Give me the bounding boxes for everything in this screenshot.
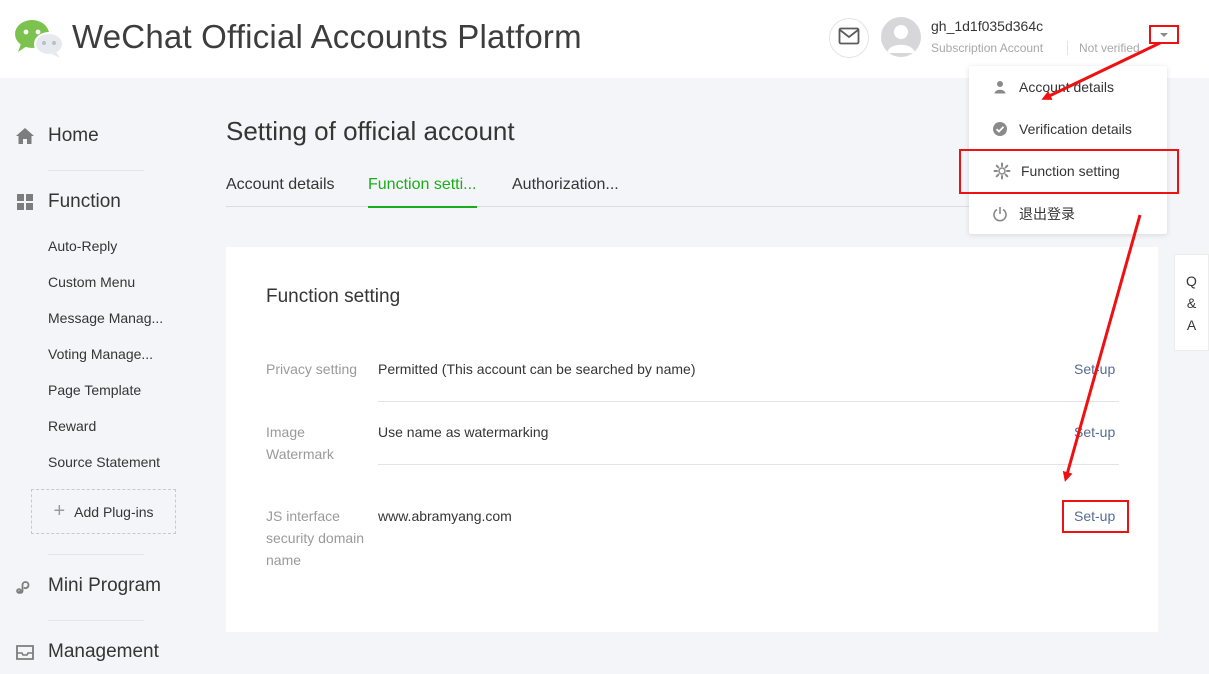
check-circle-icon bbox=[991, 120, 1009, 138]
divider bbox=[1067, 41, 1068, 55]
add-plugins-button[interactable]: + Add Plug-ins bbox=[31, 489, 176, 534]
tab-bar: Account details Function setti... Author… bbox=[226, 168, 988, 208]
tab-account-details[interactable]: Account details bbox=[226, 176, 335, 206]
power-icon bbox=[991, 205, 1009, 223]
menu-item-label: 退出登录 bbox=[1019, 206, 1075, 222]
sidebar-item-home[interactable]: Home bbox=[14, 125, 99, 147]
account-dropdown-button[interactable] bbox=[1149, 25, 1179, 44]
home-icon bbox=[14, 125, 36, 147]
divider bbox=[48, 170, 144, 171]
qa-char: Q bbox=[1186, 272, 1197, 289]
sidebar-item-management[interactable]: Management bbox=[14, 641, 159, 663]
user-avatar-icon[interactable] bbox=[881, 17, 921, 57]
verification-status: Not verified bbox=[1079, 41, 1140, 55]
mail-button[interactable] bbox=[829, 18, 869, 58]
chevron-down-icon bbox=[1160, 32, 1168, 37]
image-watermark-value: Use name as watermarking bbox=[378, 424, 549, 440]
js-domain-label: JS interface security domain name bbox=[266, 508, 365, 568]
divider bbox=[378, 401, 1119, 402]
brand-title: WeChat Official Accounts Platform bbox=[72, 18, 582, 55]
divider bbox=[378, 464, 1119, 465]
sidebar-item-message-management[interactable]: Message Manag... bbox=[48, 310, 163, 326]
menu-item-verification-details[interactable]: Verification details bbox=[991, 120, 1132, 138]
tab-authorization[interactable]: Authorization... bbox=[512, 176, 619, 206]
menu-item-label: Account details bbox=[1019, 79, 1114, 95]
account-type: Subscription Account bbox=[931, 41, 1044, 55]
function-setting-card: Function setting Privacy setting Permitt… bbox=[226, 247, 1158, 632]
annotation-highlight-box bbox=[1062, 500, 1129, 533]
grid-icon bbox=[14, 191, 36, 213]
sidebar-item-page-template[interactable]: Page Template bbox=[48, 382, 141, 398]
card-title: Function setting bbox=[266, 286, 401, 307]
mail-icon bbox=[838, 27, 860, 50]
divider bbox=[48, 554, 144, 555]
divider bbox=[48, 620, 144, 621]
sidebar-item-voting-management[interactable]: Voting Manage... bbox=[48, 346, 153, 362]
sidebar-item-custom-menu[interactable]: Custom Menu bbox=[48, 274, 135, 290]
page-title: Setting of official account bbox=[226, 116, 515, 146]
privacy-setup-link[interactable]: Set-up bbox=[1074, 358, 1115, 380]
menu-item-account-details[interactable]: Account details bbox=[991, 78, 1114, 96]
qa-char: & bbox=[1186, 294, 1197, 311]
plus-icon: + bbox=[53, 500, 66, 522]
account-name: gh_1d1f035d364c bbox=[931, 18, 1044, 34]
menu-item-label: Verification details bbox=[1019, 121, 1132, 137]
menu-item-logout[interactable]: 退出登录 bbox=[991, 204, 1075, 224]
sidebar-item-label: Mini Program bbox=[48, 575, 161, 596]
tab-function-setting[interactable]: Function setti... bbox=[368, 176, 477, 208]
js-domain-value: www.abramyang.com bbox=[378, 508, 512, 524]
mini-program-icon bbox=[14, 575, 36, 597]
inbox-icon bbox=[14, 641, 36, 663]
sidebar-item-mini-program[interactable]: Mini Program bbox=[14, 575, 161, 597]
privacy-setting-label: Privacy setting bbox=[266, 361, 358, 377]
wechat-logo-icon[interactable] bbox=[12, 16, 66, 60]
watermark-setup-link[interactable]: Set-up bbox=[1074, 421, 1115, 443]
sidebar-item-label: Management bbox=[48, 641, 159, 662]
sidebar-item-source-statement[interactable]: Source Statement bbox=[48, 454, 160, 470]
add-plugins-label: Add Plug-ins bbox=[74, 503, 154, 520]
sidebar: Home Function Auto-Reply Custom Menu Mes… bbox=[0, 78, 200, 674]
sidebar-item-label: Function bbox=[48, 191, 121, 212]
person-icon bbox=[991, 78, 1009, 96]
sidebar-item-auto-reply[interactable]: Auto-Reply bbox=[48, 238, 117, 254]
annotation-highlight-box bbox=[959, 149, 1179, 194]
image-watermark-label: Image Watermark bbox=[266, 424, 334, 462]
sidebar-item-label: Home bbox=[48, 125, 99, 146]
sidebar-item-reward[interactable]: Reward bbox=[48, 418, 96, 434]
qa-floating-button[interactable]: Q & A bbox=[1174, 254, 1209, 351]
sidebar-item-function[interactable]: Function bbox=[14, 191, 121, 213]
privacy-setting-value: Permitted (This account can be searched … bbox=[378, 361, 696, 377]
qa-char: A bbox=[1186, 316, 1197, 333]
